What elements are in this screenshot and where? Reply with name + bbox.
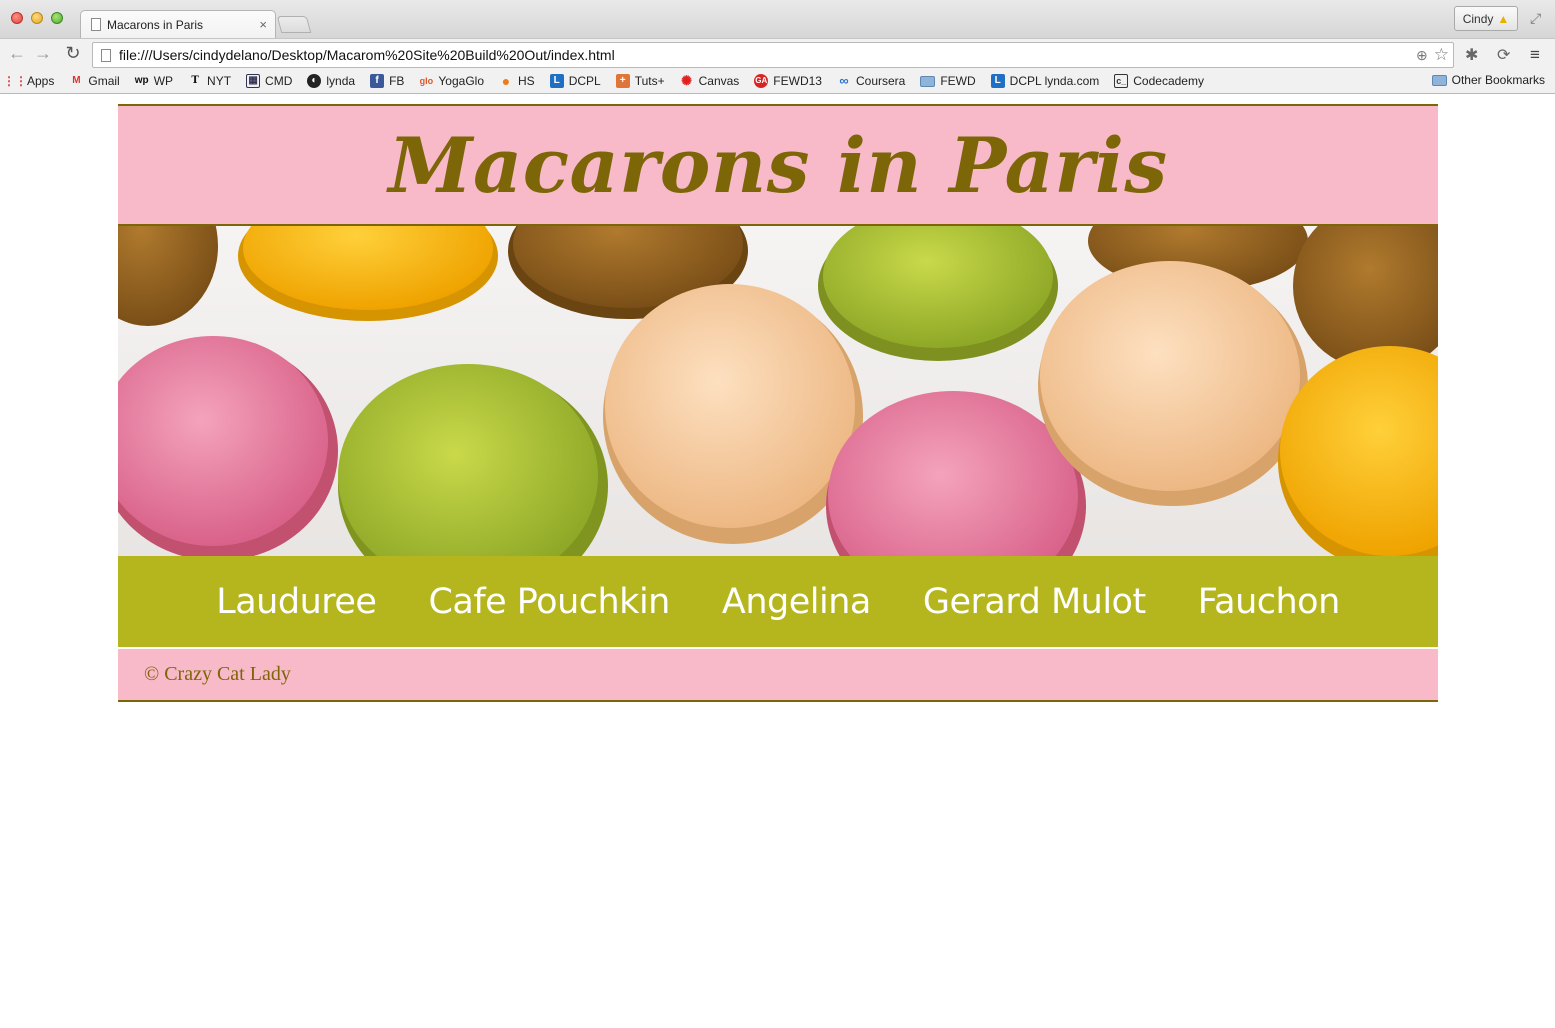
bookmark-tuts[interactable]: + Tuts+	[615, 74, 665, 88]
sync-extension-icon[interactable]: ⟳	[1497, 45, 1510, 65]
bookmark-apps[interactable]: ⋮⋮ Apps	[3, 74, 55, 88]
bookmark-lynda[interactable]: ◐ lynda	[307, 74, 355, 88]
zoom-icon[interactable]: ⊕	[1416, 47, 1428, 64]
nav-link-gerard-mulot[interactable]: Gerard Mulot	[923, 582, 1146, 622]
browser-titlebar: Macarons in Paris × Cindy ▲ ⤢	[0, 0, 1555, 38]
codecademy-icon: c_	[1114, 74, 1129, 88]
bookmark-label: Codecademy	[1133, 74, 1204, 88]
coursera-icon: ∞	[839, 73, 849, 88]
reload-icon[interactable]: ↻	[63, 43, 83, 64]
bookmark-codecademy[interactable]: c_ Codecademy	[1114, 74, 1204, 88]
tuts-icon: +	[615, 74, 630, 88]
tab-close-icon[interactable]: ×	[259, 17, 267, 32]
bookmark-label: Tuts+	[634, 74, 665, 88]
bookmark-nyt[interactable]: T NYT	[188, 74, 231, 88]
bookmark-label: CMD	[265, 74, 293, 88]
other-bookmarks[interactable]: Other Bookmarks	[1431, 73, 1545, 87]
bookmarks-bar: ⋮⋮ Apps M Gmail wp WP T NYT ▦ CMD ◐ lynd…	[0, 69, 1555, 94]
minimize-window-icon[interactable]	[31, 12, 43, 24]
folder-icon	[920, 75, 936, 87]
profile-button[interactable]: Cindy ▲	[1454, 6, 1518, 31]
dcpl-icon: L	[990, 74, 1005, 88]
facebook-icon: f	[370, 74, 385, 88]
zoom-window-icon[interactable]	[51, 12, 63, 24]
bookmark-label: Gmail	[88, 74, 120, 88]
site-nav: Lauduree Cafe Pouchkin Angelina Gerard M…	[118, 556, 1438, 649]
bookmark-label: WP	[153, 74, 174, 88]
fullscreen-icon[interactable]: ⤢	[1530, 10, 1541, 27]
bookmark-label: Canvas	[698, 74, 740, 88]
bookmark-yogaglo[interactable]: glo YogaGlo	[419, 74, 484, 88]
bookmark-label: Coursera	[855, 74, 906, 88]
bookmark-wp[interactable]: wp WP	[135, 74, 173, 88]
nyt-icon: T	[191, 75, 199, 86]
site-container: Macarons in Paris Lauduree Cafe Pouchkin…	[118, 104, 1438, 702]
folder-icon	[1431, 74, 1447, 86]
bookmark-fewd13[interactable]: GA FEWD13	[754, 74, 822, 88]
bookmark-gmail[interactable]: M Gmail	[69, 74, 120, 88]
document-icon	[91, 18, 101, 31]
bookmark-label: DCPL lynda.com	[1009, 74, 1100, 88]
tab-title: Macarons in Paris	[107, 17, 204, 32]
macarons-photo	[118, 226, 1438, 556]
browser-toolbar: ← → ↻ file:///Users/cindydelano/Desktop/…	[0, 38, 1555, 69]
forward-arrow-icon[interactable]: →	[33, 43, 53, 64]
page-icon	[101, 48, 111, 62]
copyright-text: © Crazy Cat Lady	[144, 663, 291, 685]
apps-grid-icon: ⋮⋮	[3, 74, 27, 88]
bookmark-fewd[interactable]: FEWD	[920, 74, 976, 88]
bookmark-dcpl-lynda[interactable]: L DCPL lynda.com	[990, 74, 1100, 88]
hero-image	[118, 226, 1438, 556]
bookmark-hs[interactable]: ● HS	[499, 74, 535, 88]
bookmark-dcpl[interactable]: L DCPL	[549, 74, 601, 88]
hs-icon: ●	[501, 73, 511, 89]
lynda-icon: ◐	[307, 74, 322, 88]
browser-tab[interactable]: Macarons in Paris ×	[80, 10, 276, 38]
bookmark-label: HS	[518, 74, 535, 88]
gmail-icon: M	[72, 75, 81, 86]
dcpl-icon: L	[549, 74, 564, 88]
nav-link-lauduree[interactable]: Lauduree	[216, 582, 377, 622]
bookmark-label: FB	[389, 74, 405, 88]
bookmark-label: DCPL	[568, 74, 601, 88]
menu-icon[interactable]: ≡	[1530, 45, 1540, 65]
bookmark-coursera[interactable]: ∞ Coursera	[837, 73, 906, 89]
canvas-icon: ✺	[681, 73, 693, 88]
bookmark-fb[interactable]: f FB	[370, 74, 404, 88]
site-header: Macarons in Paris	[118, 104, 1438, 226]
other-bookmarks-label: Other Bookmarks	[1451, 73, 1545, 87]
bookmark-label: FEWD	[940, 74, 976, 88]
bookmark-canvas[interactable]: ✺ Canvas	[680, 73, 740, 89]
nav-link-fauchon[interactable]: Fauchon	[1198, 582, 1341, 622]
profile-name: Cindy	[1462, 11, 1494, 26]
site-footer: © Crazy Cat Lady	[118, 649, 1438, 702]
new-tab-button[interactable]	[276, 16, 312, 33]
bookmark-label: Apps	[27, 74, 55, 88]
fewd13-icon: GA	[754, 74, 769, 88]
bookmark-label: FEWD13	[773, 74, 822, 88]
warning-icon: ▲	[1497, 11, 1510, 26]
cmd-icon: ▦	[246, 74, 261, 88]
nav-link-cafe-pouchkin[interactable]: Cafe Pouchkin	[428, 582, 670, 622]
bookmark-star-icon[interactable]: ☆	[1434, 45, 1449, 65]
yogaglo-icon: glo	[419, 76, 434, 86]
url-text[interactable]: file:///Users/cindydelano/Desktop/Macaro…	[119, 47, 1416, 63]
back-arrow-icon[interactable]: ←	[7, 43, 27, 64]
bookmark-label: NYT	[207, 74, 232, 88]
address-bar[interactable]: file:///Users/cindydelano/Desktop/Macaro…	[92, 42, 1454, 68]
wp-icon: wp	[134, 75, 149, 86]
site-title: Macarons in Paris	[388, 120, 1168, 210]
nav-link-angelina[interactable]: Angelina	[722, 582, 871, 622]
bookmark-cmd[interactable]: ▦ CMD	[246, 74, 292, 88]
close-window-icon[interactable]	[11, 12, 23, 24]
bookmark-label: YogaGlo	[438, 74, 485, 88]
bookmark-label: lynda	[326, 74, 356, 88]
bug-extension-icon[interactable]: ✱	[1465, 45, 1478, 65]
